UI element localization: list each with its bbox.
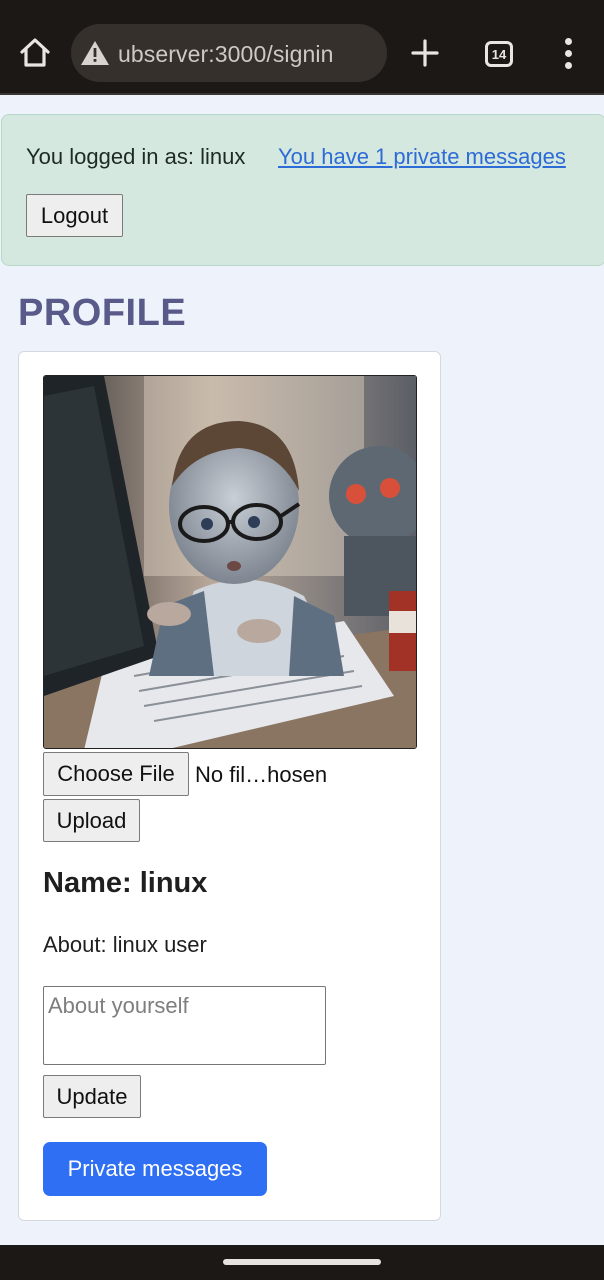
avatar-illustration: [44, 376, 416, 748]
update-button[interactable]: Update: [43, 1075, 141, 1118]
logout-button[interactable]: Logout: [26, 194, 123, 237]
no-file-text: No fil…hosen: [195, 762, 328, 787]
system-nav-bar: [0, 1245, 604, 1280]
warning-icon[interactable]: [80, 39, 110, 67]
page-content: You logged in as: linux You have 1 priva…: [0, 96, 604, 1245]
tab-count: 14: [491, 46, 507, 62]
url-text: ubserver:3000/signin: [118, 41, 334, 67]
plus-icon[interactable]: [405, 33, 445, 73]
more-vert-icon[interactable]: [555, 38, 583, 70]
choose-file-button[interactable]: Choose File: [43, 752, 189, 796]
profile-card: Choose File No fil…hosen Upload Name: li…: [18, 351, 441, 1221]
logged-in-text: You logged in as: linux: [26, 144, 246, 169]
page-title: PROFILE: [18, 292, 187, 334]
avatar: [43, 375, 417, 749]
about-input[interactable]: [43, 986, 326, 1065]
upload-button[interactable]: Upload: [43, 799, 140, 842]
profile-about: About: linux user: [43, 932, 207, 957]
profile-name: Name: linux: [43, 867, 208, 899]
browser-toolbar: ubserver:3000/signin 14: [0, 0, 604, 95]
gesture-handle[interactable]: [223, 1259, 381, 1265]
login-alert: You logged in as: linux You have 1 priva…: [1, 114, 604, 266]
home-icon[interactable]: [12, 30, 58, 76]
tabs-icon[interactable]: 14: [485, 41, 513, 67]
private-messages-button[interactable]: Private messages: [43, 1142, 267, 1196]
private-messages-link[interactable]: You have 1 private messages: [278, 144, 566, 170]
address-bar[interactable]: ubserver:3000/signin: [71, 24, 387, 82]
